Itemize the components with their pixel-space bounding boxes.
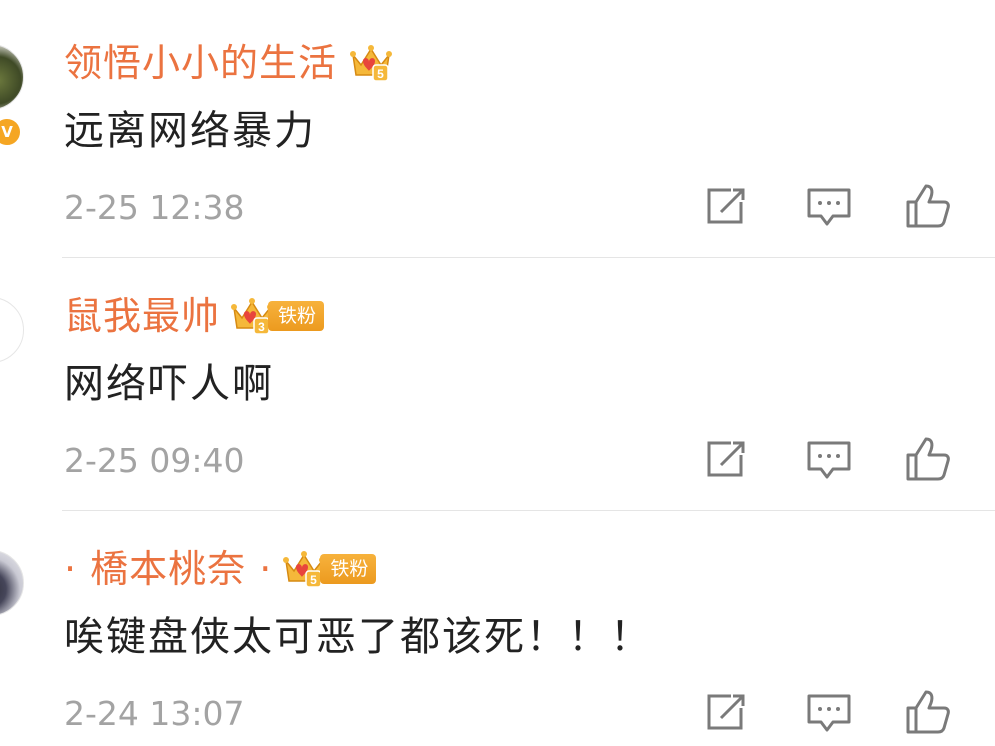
forward-edit-icon xyxy=(707,441,745,477)
comment-actions xyxy=(0,433,995,489)
user-avatar[interactable] xyxy=(0,44,24,110)
member-crown-icon[interactable]: 5 xyxy=(349,43,393,83)
like-button[interactable] xyxy=(902,686,954,738)
like-button[interactable] xyxy=(902,433,954,485)
comment-bubble-icon xyxy=(807,694,851,732)
forward-edit-icon xyxy=(707,188,745,224)
reply-button[interactable] xyxy=(803,686,855,738)
fan-badge-label: 铁粉 xyxy=(268,301,325,331)
comment-item: 鼠我最帅 3 铁粉 网络吓人啊 2-25 09:40 xyxy=(0,253,995,511)
username-link[interactable]: 领悟小小的生活 xyxy=(64,39,337,87)
forward-button[interactable] xyxy=(701,180,753,232)
comment-header: 领悟小小的生活 5 xyxy=(64,38,393,88)
user-avatar[interactable] xyxy=(0,550,24,616)
comment-bubble-icon xyxy=(807,441,851,479)
member-level: 3 xyxy=(258,320,265,334)
comment-text: 远离网络暴力 xyxy=(64,108,316,154)
comment-feed: V 领悟小小的生活 5 远离网络暴力 2-25 12:38 鼠我最帅 3 铁粉 … xyxy=(0,0,995,746)
thumbs-up-icon xyxy=(906,437,950,481)
thumbs-up-icon xyxy=(906,690,950,734)
comment-item: · 橋本桃奈 · 5 铁粉 唉键盘侠太可恶了都该死！！！ 2-24 13:07 xyxy=(0,506,995,746)
member-level: 5 xyxy=(377,67,384,81)
fan-badge[interactable]: 3 铁粉 xyxy=(230,297,325,335)
reply-button[interactable] xyxy=(803,180,855,232)
fan-badge-label: 铁粉 xyxy=(320,554,377,584)
username-link[interactable]: · 橋本桃奈 · xyxy=(64,545,272,593)
member-level: 5 xyxy=(310,573,317,587)
comment-text: 唉键盘侠太可恶了都该死！！！ xyxy=(64,614,652,660)
comment-text: 网络吓人啊 xyxy=(64,361,274,407)
username-link[interactable]: 鼠我最帅 xyxy=(64,292,220,340)
forward-button[interactable] xyxy=(701,433,753,485)
verified-badge-icon: V xyxy=(0,117,22,147)
like-button[interactable] xyxy=(902,180,954,232)
reply-button[interactable] xyxy=(803,433,855,485)
comment-header: 鼠我最帅 3 铁粉 xyxy=(64,291,325,341)
comment-bubble-icon xyxy=(807,188,851,226)
comment-header: · 橋本桃奈 · 5 铁粉 xyxy=(64,544,377,594)
comment-actions xyxy=(0,686,995,742)
forward-edit-icon xyxy=(707,694,745,730)
comment-item: V 领悟小小的生活 5 远离网络暴力 2-25 12:38 xyxy=(0,0,995,258)
thumbs-up-icon xyxy=(906,184,950,228)
user-avatar[interactable] xyxy=(0,297,24,363)
comment-actions xyxy=(0,180,995,236)
fan-badge[interactable]: 5 铁粉 xyxy=(282,550,377,588)
forward-button[interactable] xyxy=(701,686,753,738)
